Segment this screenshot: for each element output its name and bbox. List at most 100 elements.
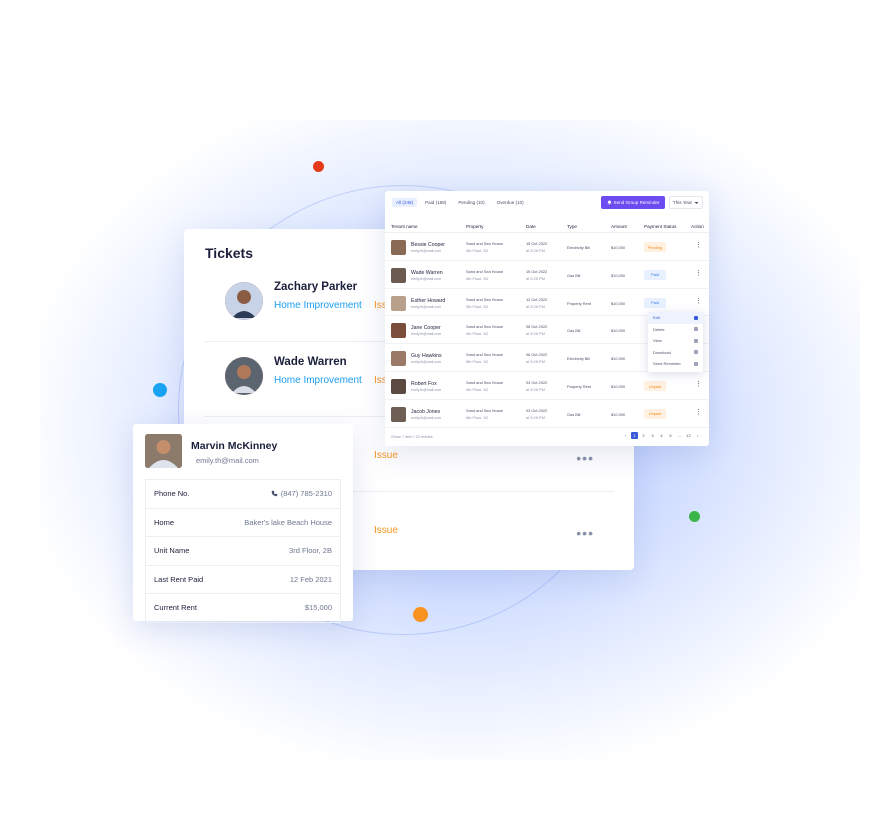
amount: $10,000 — [611, 272, 626, 278]
send-group-reminder-button[interactable]: Send Group Reminder — [601, 196, 665, 209]
tenant-info-table: Phone No. (847) 785-2310 Home Baker's la… — [145, 479, 341, 623]
avatar — [225, 357, 263, 395]
tab-paid[interactable]: Paid (188) — [421, 198, 450, 207]
info-label: Phone No. — [154, 489, 190, 499]
avatar — [391, 406, 406, 422]
pager-prev[interactable]: ‹ — [622, 432, 629, 439]
tenant-info-row: Current Rent $15,000 — [146, 594, 340, 623]
unit: 4th Floor, 3D — [466, 248, 489, 253]
table-footer-info: Show 7 item / 22 entries — [391, 434, 433, 439]
pager-page[interactable]: 5 — [667, 432, 674, 439]
info-value-wrap: (847) 785-2310 — [271, 489, 332, 498]
amount: $10,000 — [611, 245, 626, 250]
more-vertical-icon[interactable]: ⋮ — [695, 297, 702, 305]
tickets-title: Tickets — [205, 245, 253, 261]
tenant-email: emily.th@mail.com — [411, 415, 442, 420]
info-value: 12 Feb 2021 — [289, 574, 332, 584]
property: Sand and Sea House — [466, 324, 503, 330]
tab-pending[interactable]: Pending (10) — [454, 198, 488, 207]
column-header[interactable]: Payment Status — [644, 224, 676, 229]
more-vertical-icon[interactable]: ⋮ — [695, 380, 702, 388]
unit: 6th Floor, 3D — [466, 414, 489, 420]
type: Property Rent — [567, 300, 592, 306]
unit: 4th Floor, 3D — [466, 275, 489, 281]
time: at 5:25 PM — [526, 303, 545, 309]
column-header[interactable]: Tenant name — [391, 224, 418, 229]
payment-tabs: All (248) Paid (188) Pending (10) Overdu… — [392, 198, 528, 207]
ticket-category[interactable]: Home Improvement — [274, 300, 362, 311]
type: Gas Bill — [567, 272, 581, 278]
pager-page[interactable]: 12 — [685, 432, 692, 439]
menu-item-send-reminder[interactable]: Send Reminder — [648, 358, 703, 370]
type: Electricity Bill — [567, 245, 590, 250]
table-row[interactable]: Wade Warren emily.th@mail.com Sand and S… — [385, 261, 709, 289]
ticket-tag: Issue — [374, 525, 398, 536]
menu-item-edit[interactable]: Edit — [648, 312, 703, 324]
tenant-name: Esther Howard — [411, 297, 446, 304]
tab-all[interactable]: All (248) — [392, 198, 418, 207]
trash-icon — [694, 327, 698, 332]
table-row[interactable]: Jacob Jones emily.th@mail.com Sand and S… — [385, 400, 709, 428]
table-row[interactable]: Bessie Cooper emily.th@mail.com Sand and… — [385, 233, 709, 261]
more-vertical-icon[interactable]: ⋮ — [695, 241, 702, 249]
tenant-info-row: Last Rent Paid 12 Feb 2021 — [146, 566, 340, 594]
column-header[interactable]: Type — [567, 224, 577, 229]
year-filter-select[interactable]: This Year — [669, 196, 703, 209]
column-header[interactable]: Action — [691, 224, 704, 229]
tab-overdue[interactable]: Overdue (10) — [493, 198, 528, 207]
amount: $10,000 — [611, 328, 626, 334]
menu-item-view[interactable]: View — [648, 335, 703, 347]
property: Sand and Sea House — [466, 296, 503, 302]
more-options-icon[interactable]: ••• — [576, 525, 594, 541]
tenant-email: emily.th@mail.com — [411, 304, 442, 309]
menu-item-delete[interactable]: Delete — [648, 324, 703, 336]
menu-label: Send Reminder — [653, 361, 681, 367]
avatar — [391, 379, 406, 394]
decorative-dot — [413, 607, 428, 622]
time: at 5:25 PM — [526, 331, 545, 337]
more-vertical-icon[interactable]: ⋮ — [695, 269, 702, 277]
pager-page[interactable]: 2 — [640, 432, 647, 439]
tenant-detail-card: Marvin McKinney emily.th@mail.com Phone … — [133, 424, 353, 623]
send-button-label: Send Group Reminder — [613, 200, 660, 205]
time: at 5:25 PM — [526, 248, 545, 253]
bell-icon — [607, 200, 612, 205]
column-header[interactable]: Amount — [611, 224, 627, 229]
type: Property Rent — [567, 384, 592, 389]
status-badge: Paid — [644, 269, 666, 280]
unit: 4th Floor, 3D — [466, 331, 489, 337]
decorative-dot — [689, 511, 700, 522]
ticket-category[interactable]: Home Improvement — [274, 375, 362, 386]
date: 04 Oct 2022 — [526, 380, 548, 385]
more-vertical-icon[interactable]: ⋮ — [695, 408, 702, 416]
tenant-email: emily.th@mail.com — [411, 276, 442, 281]
status-badge: Unpaid — [644, 408, 666, 419]
time: at 5:25 PM — [526, 387, 545, 392]
eye-icon — [694, 338, 698, 343]
pager-page[interactable]: 3 — [649, 432, 656, 439]
amount: $10,000 — [611, 411, 626, 417]
pager-page[interactable]: 1 — [631, 432, 638, 439]
year-filter-value: This Year — [672, 200, 693, 205]
avatar — [391, 295, 406, 311]
tenant-name: Marvin McKinney — [191, 440, 278, 452]
tenant-email: emily.th@mail.com — [411, 360, 442, 365]
avatar — [391, 323, 406, 339]
avatar — [391, 351, 406, 367]
type: Gas Bill — [567, 328, 581, 334]
more-options-icon[interactable]: ••• — [576, 450, 594, 466]
column-header[interactable]: Property — [466, 224, 483, 229]
column-header[interactable]: Date — [526, 224, 536, 229]
amount: $10,000 — [611, 356, 626, 362]
table-row[interactable]: Robert Fox emily.th@mail.com Sand and Se… — [385, 372, 709, 400]
tenant-name: Jacob Jones — [411, 408, 441, 415]
ticket-name: Wade Warren — [274, 356, 347, 368]
tenant-info-row: Phone No. (847) 785-2310 — [146, 480, 340, 509]
property: Sand and Sea House — [466, 407, 503, 413]
menu-item-download[interactable]: Download — [648, 347, 703, 359]
pager-next[interactable]: › — [694, 432, 701, 439]
pager-page[interactable]: 4 — [658, 432, 665, 439]
tenant-name: Guy Hawkins — [411, 353, 442, 360]
decorative-dot — [153, 383, 167, 397]
date: 03 Oct 2022 — [526, 407, 548, 413]
